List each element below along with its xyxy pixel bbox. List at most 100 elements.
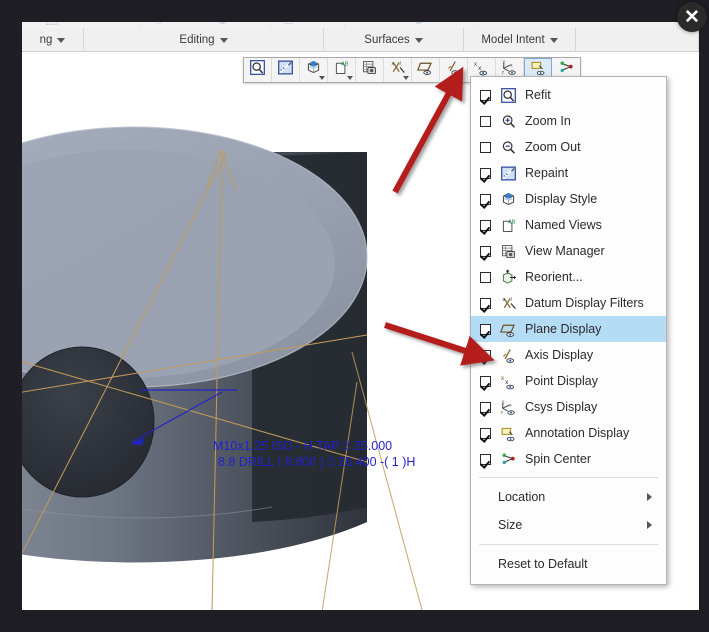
svg-text:/: / [400,61,402,67]
toolbar-button-datum-display-filters[interactable]: x / [384,58,412,82]
menu-item-label: Refit [525,88,551,102]
checkbox[interactable] [480,167,491,179]
svg-text:x: x [502,296,505,302]
svg-text:x: x [474,61,478,68]
checkbox[interactable] [480,115,491,127]
menu-item-axis-display[interactable]: Axis Display [471,342,666,368]
checkbox[interactable] [480,427,491,439]
menu-item-annotation-display[interactable]: Annotation Display [471,420,666,446]
toolbar-button-view-manager[interactable] [356,58,384,82]
chevron-right-icon[interactable] [647,493,652,501]
svg-text:AB: AB [341,61,349,67]
ribbon-group-editing[interactable]: Editing [84,28,324,52]
menu-item-point-display[interactable]: x x Point Display [471,368,666,394]
checkbox[interactable] [480,193,491,205]
ribbon-group-label: ng [39,34,53,46]
chevron-down-icon[interactable] [549,37,558,43]
menu-item-label: Size [498,518,523,532]
checkbox[interactable] [480,141,491,153]
chevron-down-icon[interactable] [319,76,325,80]
chevron-down-icon[interactable] [57,37,66,43]
toolbar-button-repaint[interactable] [272,58,300,82]
named-views-icon: AB [498,216,518,234]
toolbar-button-named-views[interactable]: AB [328,58,356,82]
view-manager-icon [361,59,378,81]
menu-item-size[interactable]: Size [471,511,666,539]
repaint-icon [498,164,518,182]
cad-annotation-line-2: 8.8 DRILL ( 8.800 ) ⍰ 26.400 -( 1 )H [218,455,416,469]
menu-item-label: Reset to Default [498,557,588,571]
repaint-icon [277,59,294,81]
checkbox[interactable] [480,297,491,309]
csys-display-icon: y x z [498,398,518,416]
toolbar-button-refit[interactable] [244,58,272,82]
menu-item-label: Repaint [525,166,569,180]
checkbox[interactable] [480,323,491,335]
menu-item-named-views[interactable]: AB Named Views [471,212,666,238]
menu-item-label: Plane Display [525,322,602,336]
svg-text:y: y [503,59,506,64]
menu-item-label: Axis Display [525,348,594,362]
checkbox[interactable] [480,245,491,257]
point-display-icon: x x [498,372,518,390]
menu-item-label: Display Style [525,192,598,206]
checkbox[interactable] [480,89,491,101]
checkbox[interactable] [480,271,491,283]
menu-item-refit[interactable]: Refit [471,82,666,108]
ribbon-group-surfaces[interactable]: Surfaces [324,28,464,52]
menu-item-label: Location [498,490,546,504]
menu-item-reset-to-default[interactable]: Reset to Default [471,550,666,578]
menu-item-zoom-out[interactable]: Zoom Out [471,134,666,160]
svg-text:x: x [509,402,512,407]
plane-display-icon [416,59,434,81]
menu-item-location[interactable]: Location [471,483,666,511]
svg-text:AB: AB [508,219,516,225]
spin-center-icon [498,450,518,468]
axis-display-icon [498,346,518,364]
svg-text:z: z [502,69,504,74]
checkbox[interactable] [480,453,491,465]
chevron-down-icon[interactable] [347,76,353,80]
menu-item-datum-display-filters[interactable]: x / Datum Display Filters [471,290,666,316]
menu-item-view-manager[interactable]: View Manager [471,238,666,264]
menu-item-label: Datum Display Filters [525,296,644,310]
svg-text:x: x [510,63,513,68]
view-display-context-menu[interactable]: Refit Zoom In Zoom Out Repaint Display S… [470,76,667,585]
menu-item-repaint[interactable]: Repaint [471,160,666,186]
toolbar-button-display-style[interactable] [300,58,328,82]
close-icon[interactable]: ✕ [677,2,707,32]
menu-item-label: View Manager [525,244,605,258]
chevron-down-icon[interactable] [414,37,423,43]
axis-display-icon [445,59,462,81]
menu-item-label: Zoom In [525,114,571,128]
svg-text:y: y [501,399,504,404]
checkbox[interactable] [480,375,491,387]
menu-item-label: Csys Display [525,400,598,414]
menu-item-csys-display[interactable]: y x z Csys Display [471,394,666,420]
toolbar-button-plane-display[interactable] [412,58,440,82]
toolbar-button-axis-display[interactable] [440,58,468,82]
menu-item-label: Reorient... [525,270,583,284]
reorient-icon [498,268,518,286]
chevron-down-icon[interactable] [219,37,228,43]
checkbox[interactable] [480,349,491,361]
checkbox[interactable] [480,401,491,413]
menu-item-label: Zoom Out [525,140,581,154]
menu-item-plane-display[interactable]: Plane Display [471,316,666,342]
refit-icon [249,59,266,81]
ribbon-group-model-intent[interactable]: Model Intent [464,28,576,52]
screenshot-root: M10x1.25 ISO - H TAP ⍰ 25.000 8.8 DRILL … [0,0,709,632]
checkbox[interactable] [480,219,491,231]
window-frame-bottom [0,610,709,632]
menu-item-spin-center[interactable]: Spin Center [471,446,666,472]
ribbon-group-ng[interactable]: ng [22,28,84,52]
menu-item-reorient[interactable]: Reorient... [471,264,666,290]
chevron-down-icon[interactable] [403,76,409,80]
ribbon-group-empty-4 [576,28,699,52]
window-frame-right [699,0,709,632]
menu-item-display-style[interactable]: Display Style [471,186,666,212]
menu-item-zoom-in[interactable]: Zoom In [471,108,666,134]
chevron-right-icon[interactable] [647,521,652,529]
ribbon-group-label: Model Intent [481,34,545,46]
datum-display-filters-icon: x / [498,294,518,312]
